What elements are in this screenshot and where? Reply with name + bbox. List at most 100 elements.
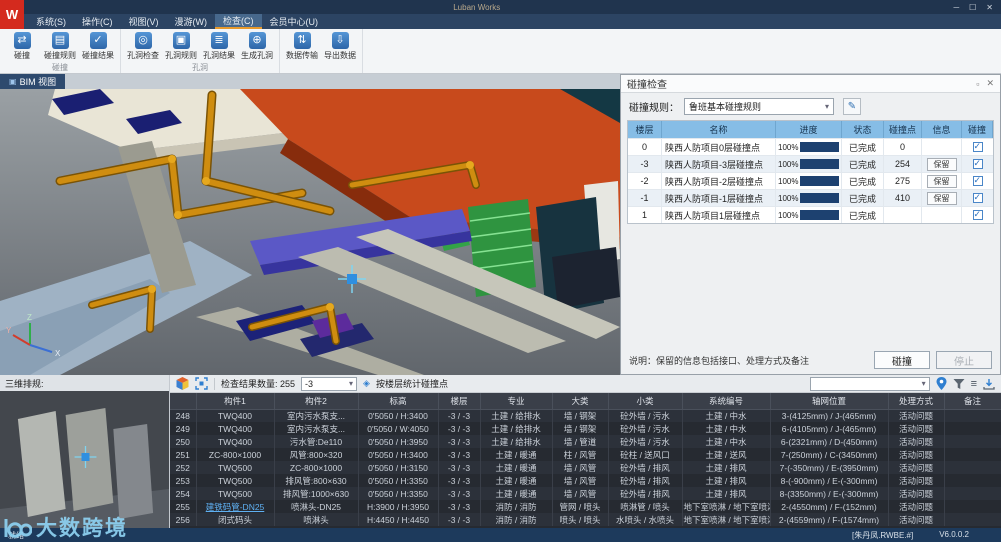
- results-cell: TWQ500: [196, 474, 274, 487]
- results-cell: TWQ400: [196, 435, 274, 448]
- list-menu-icon[interactable]: ≡: [971, 379, 977, 389]
- results-cell: [944, 474, 1001, 487]
- tab-bim-view[interactable]: ▣ BIM 视图: [0, 74, 65, 89]
- filter-select[interactable]: ▾: [810, 377, 930, 391]
- progress-bar: [800, 193, 839, 203]
- menu-item[interactable]: 会员中心(U): [262, 14, 327, 29]
- export-results-icon[interactable]: [983, 378, 995, 390]
- collision-checkbox[interactable]: [973, 210, 983, 220]
- collision-rule-button[interactable]: ▤碰撞规则: [41, 30, 79, 62]
- results-column-header[interactable]: [170, 393, 196, 409]
- locate-pin-icon[interactable]: [936, 377, 947, 390]
- results-column-header[interactable]: 系统编号: [682, 393, 770, 409]
- results-column-header[interactable]: 楼层: [438, 393, 480, 409]
- 3d-preview-pane: 三维排规:: [0, 375, 170, 528]
- close-icon[interactable]: ✕: [986, 3, 993, 12]
- collision-result-button[interactable]: ✓碰撞结果: [79, 30, 117, 62]
- progress-value: 100%: [778, 143, 798, 152]
- results-cell: 254: [170, 487, 196, 500]
- menu-item[interactable]: 漫游(W): [167, 14, 216, 29]
- collision-floor-row[interactable]: -1陕西人防项目-1层碰撞点100%已完成410保留: [628, 189, 993, 206]
- results-cell: [944, 500, 1001, 513]
- menu-item[interactable]: 检查(C): [215, 14, 262, 29]
- results-row[interactable]: 255建铁码管-DN25喷淋头-DN25H:3900 / H:3950-3 / …: [170, 500, 1001, 513]
- menu-item[interactable]: 操作(C): [74, 14, 121, 29]
- results-column-header[interactable]: 构件1: [196, 393, 274, 409]
- hole-create-icon: ⊕: [249, 32, 266, 49]
- results-column-header[interactable]: 轴网位置: [770, 393, 888, 409]
- floor-filter-select[interactable]: -3 ▾: [301, 377, 357, 391]
- menu-item[interactable]: 视图(V): [121, 14, 167, 29]
- keep-button[interactable]: 保留: [927, 175, 957, 188]
- collision-checkbox[interactable]: [973, 159, 983, 169]
- minimize-icon[interactable]: ─: [953, 3, 959, 12]
- collision-checkbox[interactable]: [973, 193, 983, 203]
- dialog-title-bar[interactable]: 碰撞检查 ▫ ✕: [621, 75, 1000, 93]
- results-row[interactable]: 251ZC-800×1000风管:800×3200'5050 / H:3400-…: [170, 448, 1001, 461]
- hole-rule-button[interactable]: ▣孔洞规则: [162, 30, 200, 62]
- filter-funnel-icon[interactable]: [953, 378, 965, 390]
- progress-value: 100%: [778, 194, 798, 203]
- results-cell: 喷头 / 喷头: [552, 513, 608, 526]
- keep-button[interactable]: 保留: [927, 158, 957, 171]
- collision-floor-row[interactable]: -2陕西人防项目-2层碰撞点100%已完成275保留: [628, 172, 993, 189]
- hole-result-button[interactable]: ≣孔洞结果: [200, 30, 238, 62]
- window-title: Luban Works: [0, 3, 953, 12]
- chevron-down-icon: ▾: [349, 379, 353, 388]
- keep-button[interactable]: 保留: [927, 192, 957, 205]
- collide-button[interactable]: 碰撞: [874, 351, 930, 369]
- results-row[interactable]: 254TWQ500排风管:1000×6300'5050 / H:3350-3 /…: [170, 487, 1001, 500]
- info-cell: 保留: [922, 173, 962, 189]
- progress-value: 100%: [778, 160, 798, 169]
- svg-text:Y: Y: [6, 326, 12, 335]
- collision-button[interactable]: ⇄碰撞: [3, 30, 41, 62]
- ribbon-group: ⇄碰撞▤碰撞规则✓碰撞结果碰撞: [0, 29, 121, 73]
- results-table[interactable]: 构件1构件2标高楼层专业大类小类系统编号轴网位置处理方式备注 248TWQ400…: [170, 393, 1001, 526]
- results-column-header[interactable]: 备注: [944, 393, 1001, 409]
- results-cell: 0'5050 / H:3350: [358, 487, 438, 500]
- status-cell: 已完成: [842, 207, 884, 223]
- edit-rule-button[interactable]: ✎: [843, 98, 861, 115]
- results-column-header[interactable]: 构件2: [274, 393, 358, 409]
- collision-floor-row[interactable]: 1陕西人防项目1层碰撞点100%已完成: [628, 206, 993, 223]
- results-row[interactable]: 256闭式码头喷淋头H:4450 / H:4450-3 / -3消防 / 消防喷…: [170, 513, 1001, 526]
- results-row[interactable]: 252TWQ500ZC-800×10000'5050 / H:3150-3 / …: [170, 461, 1001, 474]
- results-row[interactable]: 249TWQ400室内污水泵支...0'5050 / W:4050-3 / -3…: [170, 422, 1001, 435]
- data-transfer-button[interactable]: ⇅数据传输: [283, 30, 321, 62]
- progress-cell: 100%: [776, 190, 842, 206]
- collision-checkbox[interactable]: [973, 176, 983, 186]
- results-cell: 活动问题: [888, 487, 944, 500]
- points-cell: [884, 207, 922, 223]
- model-cube-icon[interactable]: [176, 377, 189, 390]
- collision-floor-row[interactable]: -3陕西人防项目-3层碰撞点100%已完成254保留: [628, 155, 993, 172]
- maximize-icon[interactable]: ☐: [969, 3, 976, 12]
- column-header: 信息: [922, 121, 962, 138]
- results-cell: 土建 / 给排水: [480, 435, 552, 448]
- preview-thumbnail[interactable]: [0, 391, 169, 528]
- collision-checkbox[interactable]: [973, 142, 983, 152]
- 3d-viewport[interactable]: Z Y X: [0, 89, 620, 375]
- results-row[interactable]: 250TWQ400污水管:De1100'5050 / H:3950-3 / -3…: [170, 435, 1001, 448]
- dialog-close-icon[interactable]: ✕: [986, 78, 994, 89]
- hole-create-button[interactable]: ⊕生成孔洞: [238, 30, 276, 62]
- collision-floor-row[interactable]: 0陕西人防项目0层碰撞点100%已完成0: [628, 138, 993, 155]
- results-column-header[interactable]: 小类: [608, 393, 682, 409]
- app-window: W Luban Works ─ ☐ ✕ 系统(S)操作(C)视图(V)漫游(W)…: [0, 0, 1001, 542]
- hole-check-button[interactable]: ◎孔洞检查: [124, 30, 162, 62]
- results-column-header[interactable]: 专业: [480, 393, 552, 409]
- results-row[interactable]: 253TWQ500排风管:800×6300'5050 / H:3350-3 / …: [170, 474, 1001, 487]
- results-column-header[interactable]: 标高: [358, 393, 438, 409]
- results-column-header[interactable]: 处理方式: [888, 393, 944, 409]
- menu-item[interactable]: 系统(S): [28, 14, 74, 29]
- stop-button[interactable]: 停止: [936, 351, 992, 369]
- float-icon[interactable]: ▫: [976, 79, 979, 89]
- results-cell: 室内污水泵支...: [274, 409, 358, 422]
- points-cell: 254: [884, 156, 922, 172]
- column-header: 名称: [662, 121, 776, 138]
- results-row[interactable]: 248TWQ400室内污水泵支...0'5050 / H:3400-3 / -3…: [170, 409, 1001, 422]
- fit-view-icon[interactable]: [195, 377, 208, 390]
- export-data-button[interactable]: ⇩导出数据: [321, 30, 359, 62]
- results-column-header[interactable]: 大类: [552, 393, 608, 409]
- check-cell: [962, 156, 993, 172]
- collision-rule-select[interactable]: 鲁班基本碰撞规则 ▾: [684, 98, 834, 115]
